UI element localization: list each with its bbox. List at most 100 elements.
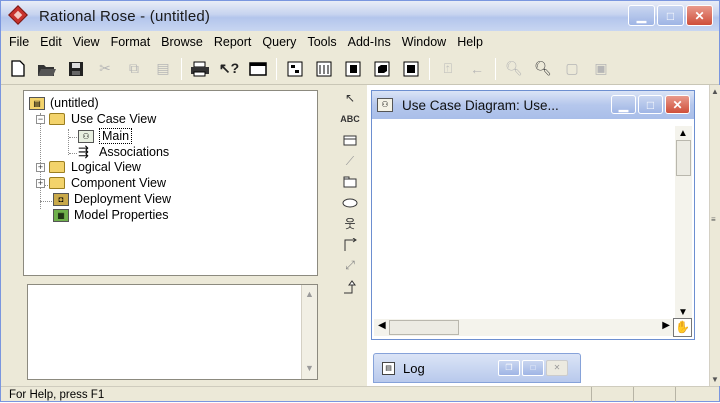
tree-item-component-view[interactable]: + Component View [36,175,166,191]
collapse-icon[interactable]: − [36,114,45,124]
zoom-in-icon[interactable]: 🔍︎ [503,59,525,79]
zoom-out-icon[interactable]: 🔍︎ [532,59,554,79]
close-button[interactable]: ✕ [686,5,713,26]
workspace-vertical-scrollbar[interactable]: ▲ ≡ ▼ [709,85,720,386]
diagram-minimize-button[interactable]: ▁ [611,95,636,114]
view-doc-icon[interactable] [247,59,269,79]
tree-item-untitled[interactable]: ▤ (untitled) [29,95,99,111]
text-box-tool-label: ABC [340,114,360,125]
menu-browse[interactable]: Browse [161,35,203,49]
browse-class-diagram-icon[interactable] [284,59,306,79]
unidirectional-association-tool-icon[interactable] [339,234,361,255]
use-case-tool-icon[interactable] [339,193,361,214]
documentation-scrollbar[interactable]: ▲ ▼ [301,285,317,379]
tree-item-deployment-view[interactable]: ◘ Deployment View [53,191,171,207]
browse-component-diagram-icon[interactable] [342,59,364,79]
log-window-title: Log [403,360,425,376]
documentation-window[interactable]: ▲ ▼ [27,284,318,380]
log-window-icon: ▤ [382,361,395,375]
menu-format[interactable]: Format [111,35,151,49]
note-tool-icon[interactable] [339,130,361,151]
menu-file[interactable]: File [9,35,29,49]
undo-fit-icon[interactable]: ▣ [590,59,612,79]
browse-interaction-diagram-icon[interactable] [313,59,335,79]
back-arrow-icon[interactable]: ← [466,59,488,79]
use-case-diagram-window[interactable]: ⚇ Use Case Diagram: Use... ▁ □ ✕ ▲ ▼ ◀ ▶… [371,90,695,340]
scroll-down-icon[interactable]: ▼ [711,375,719,384]
cut-icon[interactable]: ✂ [94,59,116,79]
tree-item-use-case-view[interactable]: − Use Case View [36,111,156,127]
print-icon[interactable] [189,59,211,79]
diagram-window-title-bar[interactable]: ⚇ Use Case Diagram: Use... ▁ □ ✕ [372,91,694,119]
text-box-tool-icon[interactable]: ABC [339,109,361,130]
diagram-window-controls: ▁ □ ✕ [611,95,690,114]
menu-help[interactable]: Help [457,35,483,49]
scroll-up-icon[interactable]: ▲ [711,87,719,96]
expand-icon[interactable]: + [36,178,45,188]
expand-icon[interactable]: + [36,162,45,172]
rose-app-icon[interactable] [8,5,29,25]
diagram-workspace: ⚇ Use Case Diagram: Use... ▁ □ ✕ ▲ ▼ ◀ ▶… [367,85,709,386]
tree-item-associations[interactable]: ⇶ Associations [78,144,169,160]
menu-view[interactable]: View [73,35,100,49]
diagram-vertical-scrollbar[interactable]: ▲ ▼ [675,126,692,336]
package-tool-icon[interactable] [339,172,361,193]
scroll-grip-icon[interactable]: ≡ [711,215,716,224]
log-restore-button[interactable]: ❐ [498,360,520,376]
tree-item-model-properties[interactable]: ▦ Model Properties [53,207,169,223]
tree-item-main[interactable]: ⚇ Main [78,128,133,144]
scroll-down-icon[interactable]: ▼ [305,363,314,373]
log-maximize-button[interactable]: □ [522,360,544,376]
new-icon[interactable] [7,59,29,79]
model-icon: ▤ [29,96,45,110]
browse-previous-icon[interactable]: ⍐ [437,59,459,79]
copy-icon[interactable]: ⧉ [123,59,145,79]
save-icon[interactable] [65,59,87,79]
tree-item-logical-view[interactable]: + Logical View [36,159,141,175]
use-case-diagram-icon: ⚇ [78,129,94,143]
menu-add-ins[interactable]: Add-Ins [348,35,391,49]
scroll-right-icon[interactable]: ▶ [662,320,670,331]
toolbar-separator [181,57,182,80]
tree-label-logical-view: Logical View [71,160,141,174]
diagram-toolbox: ↖ ABC ⟋ 웃 ⤢ [335,85,365,297]
diagram-close-button[interactable]: ✕ [665,95,690,114]
log-window-minimized[interactable]: ▤ Log ❐ □ ✕ [373,353,581,383]
diagram-window-icon[interactable]: ⚇ [377,98,393,112]
generalization-tool-icon[interactable] [339,276,361,297]
diagram-maximize-button[interactable]: □ [638,95,663,114]
maximize-button[interactable]: □ [657,5,684,26]
paste-icon[interactable]: ▤ [152,59,174,79]
horizontal-scroll-thumb[interactable] [389,320,459,335]
menu-report[interactable]: Report [214,35,252,49]
minimize-button[interactable]: ▁ [628,5,655,26]
menu-query[interactable]: Query [262,35,296,49]
pan-hand-icon[interactable]: ✋ [673,318,692,337]
scroll-up-icon[interactable]: ▲ [678,128,688,139]
diagram-horizontal-scrollbar[interactable]: ◀ ▶ [374,319,674,336]
folder-icon [49,113,65,125]
rational-rose-window: Rational Rose - (untitled) ▁ □ ✕ File Ed… [0,0,720,402]
scroll-up-icon[interactable]: ▲ [305,289,314,299]
scroll-left-icon[interactable]: ◀ [378,320,386,331]
menu-window[interactable]: Window [402,35,446,49]
menu-tools[interactable]: Tools [307,35,336,49]
fit-in-window-icon[interactable]: ▢ [561,59,583,79]
anchor-note-tool-icon[interactable]: ⟋ [339,151,361,172]
vertical-scroll-thumb[interactable] [676,140,691,176]
selection-tool-icon[interactable]: ↖ [339,88,361,109]
browse-deployment-diagram-icon[interactable] [371,59,393,79]
title-bar[interactable]: Rational Rose - (untitled) ▁ □ ✕ [1,1,719,31]
scroll-down-icon[interactable]: ▼ [678,307,688,318]
context-help-icon[interactable]: ↖? [218,59,240,79]
model-properties-icon: ▦ [53,208,69,222]
menu-edit[interactable]: Edit [40,35,62,49]
browse-parent-icon[interactable] [400,59,422,79]
toolbar-separator [276,57,277,80]
dependency-tool-icon[interactable]: ⤢ [339,255,361,276]
log-close-button[interactable]: ✕ [546,360,568,376]
tree-label-untitled: (untitled) [50,96,99,110]
actor-tool-icon[interactable]: 웃 [339,213,361,234]
browser-tree[interactable]: ▤ (untitled) − Use Case View ⚇ Main ⇶ As… [23,90,318,276]
open-icon[interactable] [36,59,58,79]
